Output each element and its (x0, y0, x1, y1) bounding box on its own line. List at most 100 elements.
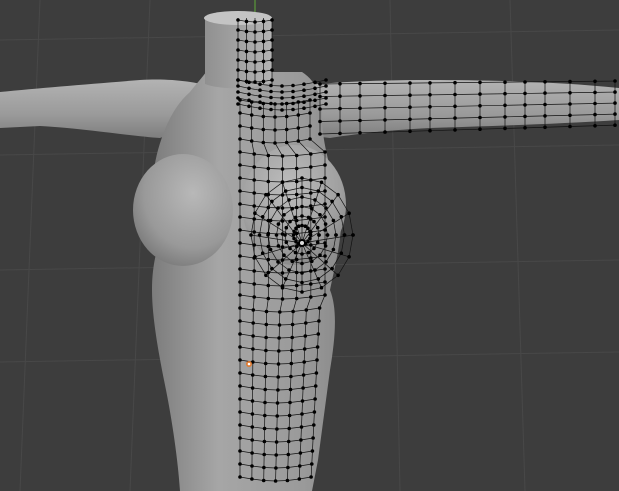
mesh-vertex[interactable] (593, 124, 597, 128)
mesh-vertex[interactable] (317, 306, 322, 310)
mesh-vertex[interactable] (324, 90, 328, 94)
mesh-vertex[interactable] (523, 103, 527, 107)
mesh-vertex[interactable] (290, 259, 295, 264)
mesh-vertex[interactable] (252, 191, 256, 195)
mesh-vertex[interactable] (270, 58, 274, 62)
mesh-vertex[interactable] (258, 100, 262, 104)
mesh-vertex[interactable] (323, 163, 327, 167)
mesh-vertex[interactable] (568, 113, 572, 118)
mesh-vertex[interactable] (276, 388, 280, 392)
3d-viewport[interactable] (0, 0, 619, 491)
mesh-vertex[interactable] (291, 101, 295, 106)
mesh-vertex[interactable] (428, 117, 432, 121)
mesh-vertex[interactable] (300, 176, 304, 180)
mesh-vertex[interactable] (301, 386, 305, 390)
mesh-vertex[interactable] (253, 211, 257, 215)
mesh-vertex[interactable] (523, 126, 527, 130)
mesh-vertex[interactable] (250, 464, 254, 468)
mesh-vertex[interactable] (300, 195, 304, 199)
mesh-vertex[interactable] (313, 384, 318, 388)
mesh-vertex[interactable] (264, 192, 268, 197)
mesh-vertex[interactable] (294, 205, 299, 210)
mesh-vertex[interactable] (358, 94, 362, 98)
mesh-vertex[interactable] (236, 28, 240, 32)
mesh-vertex[interactable] (315, 225, 320, 230)
mesh-vertex[interactable] (260, 215, 265, 219)
mesh-vertex[interactable] (236, 102, 240, 106)
mesh-vertex[interactable] (312, 246, 316, 251)
mesh-vertex[interactable] (543, 91, 547, 95)
mesh-vertex[interactable] (263, 400, 267, 405)
mesh-vertex[interactable] (250, 477, 254, 481)
mesh-vertex[interactable] (261, 79, 266, 84)
mesh-vertex[interactable] (323, 202, 327, 206)
mesh-vertex[interactable] (408, 105, 412, 109)
mesh-vertex[interactable] (316, 332, 321, 336)
mesh-vertex[interactable] (309, 152, 313, 156)
mesh-vertex[interactable] (568, 102, 572, 106)
mesh-vertex[interactable] (236, 38, 240, 42)
mesh-vertex[interactable] (311, 436, 315, 440)
mesh-vertex[interactable] (338, 131, 342, 136)
mesh-vertex[interactable] (280, 193, 285, 197)
mesh-vertex[interactable] (323, 267, 327, 271)
mesh-vertex[interactable] (310, 206, 314, 211)
mesh-vertex[interactable] (250, 386, 255, 390)
mesh-vertex[interactable] (325, 233, 330, 237)
mesh-vertex[interactable] (358, 131, 362, 135)
mesh-vertex[interactable] (323, 215, 327, 219)
mesh-vertex[interactable] (289, 361, 294, 366)
mesh-vertex[interactable] (302, 106, 306, 110)
mesh-vertex[interactable] (247, 80, 251, 85)
mesh-vertex[interactable] (280, 180, 285, 185)
mesh-vertex[interactable] (296, 100, 301, 104)
mesh-vertex[interactable] (323, 293, 327, 297)
mesh-vertex[interactable] (302, 360, 307, 364)
mesh-vertex[interactable] (238, 293, 242, 297)
mesh-vertex[interactable] (278, 310, 282, 314)
mesh-vertex[interactable] (238, 436, 242, 440)
mesh-vertex[interactable] (543, 125, 547, 130)
mesh-vertex[interactable] (478, 92, 482, 96)
mesh-vertex[interactable] (238, 345, 242, 349)
mesh-vertex[interactable] (453, 128, 457, 132)
mesh-vertex[interactable] (300, 271, 304, 275)
mesh-vertex[interactable] (294, 153, 299, 158)
mesh-vertex[interactable] (238, 371, 242, 375)
mesh-vertex[interactable] (313, 198, 317, 202)
mesh-vertex[interactable] (324, 96, 328, 100)
mesh-vertex[interactable] (300, 280, 304, 285)
mesh-vertex[interactable] (290, 206, 295, 211)
mesh-vertex[interactable] (294, 270, 299, 275)
mesh-vertex[interactable] (266, 257, 271, 262)
mesh-vertex[interactable] (294, 239, 298, 244)
mesh-vertex[interactable] (268, 218, 273, 223)
mesh-vertex[interactable] (503, 91, 507, 96)
mesh-vertex[interactable] (264, 273, 268, 278)
mesh-vertex[interactable] (236, 48, 240, 52)
mesh-vertex[interactable] (273, 479, 278, 483)
mesh-vertex[interactable] (383, 81, 387, 86)
mesh-vertex[interactable] (408, 81, 412, 85)
mesh-vertex[interactable] (261, 59, 266, 64)
mesh-vertex[interactable] (262, 452, 267, 457)
mesh-vertex[interactable] (478, 80, 482, 85)
mesh-vertex[interactable] (244, 49, 249, 54)
mesh-vertex[interactable] (275, 401, 280, 405)
mesh-vertex[interactable] (478, 115, 482, 120)
mesh-vertex[interactable] (253, 20, 257, 24)
mesh-vertex[interactable] (238, 163, 242, 167)
mesh-vertex[interactable] (284, 240, 289, 245)
mesh-vertex[interactable] (302, 100, 306, 104)
mesh-vertex[interactable] (253, 80, 257, 84)
mesh-vertex[interactable] (312, 219, 316, 224)
mesh-vertex[interactable] (308, 98, 312, 102)
mesh-vertex[interactable] (317, 319, 321, 323)
mesh-vertex[interactable] (236, 90, 240, 94)
mesh-vertex[interactable] (313, 80, 317, 85)
mesh-vertex[interactable] (276, 222, 281, 226)
mesh-vertex[interactable] (309, 295, 313, 299)
mesh-vertex[interactable] (306, 226, 310, 231)
mesh-vertex[interactable] (282, 213, 286, 217)
mesh-vertex[interactable] (338, 82, 342, 86)
